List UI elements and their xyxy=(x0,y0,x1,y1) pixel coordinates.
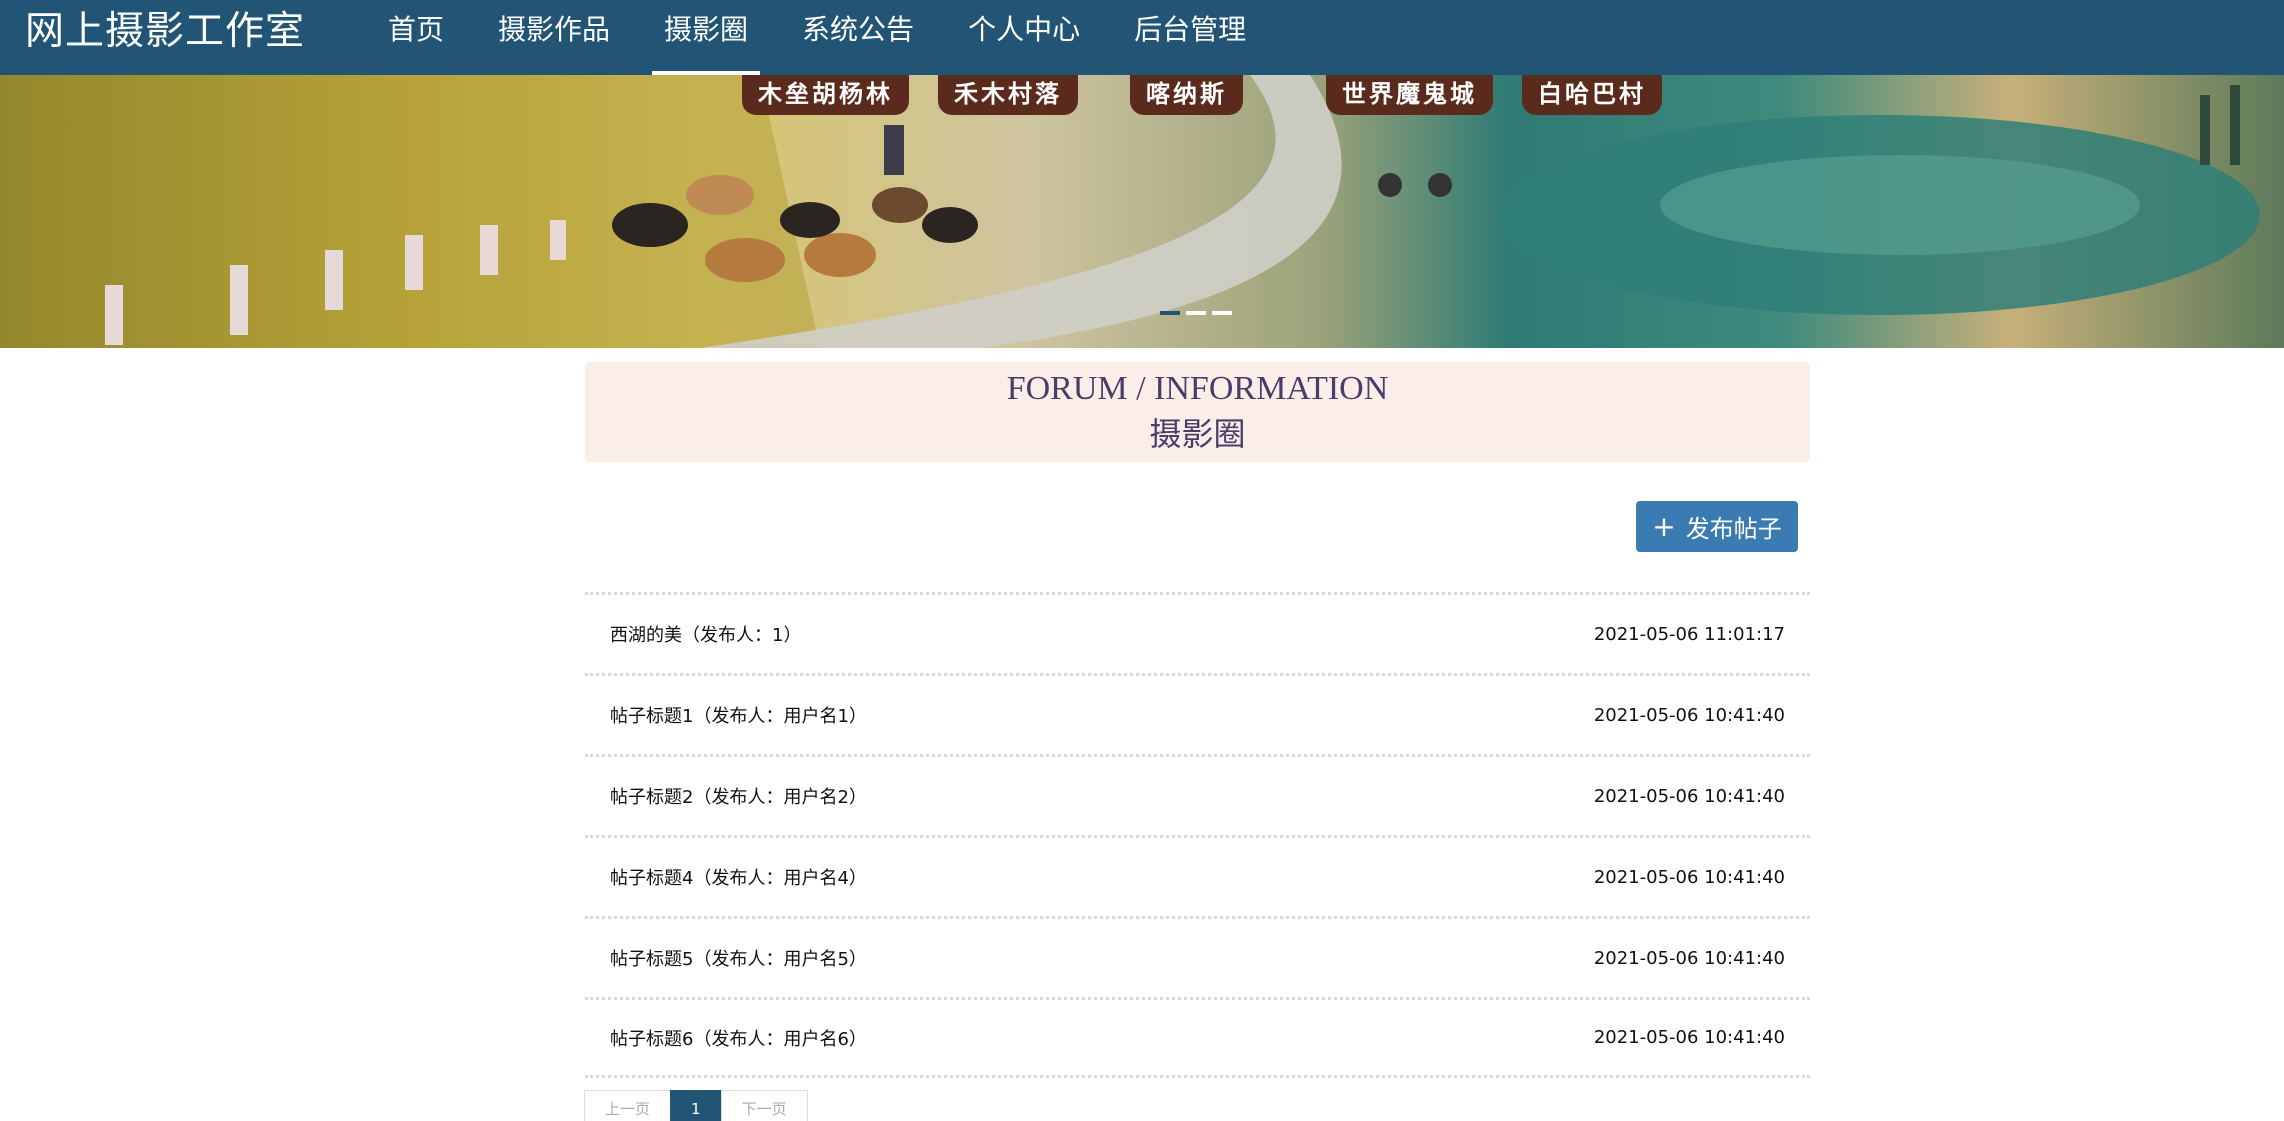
banner-carousel[interactable]: 木垒胡杨林 禾木村落 喀纳斯 世界魔鬼城 白哈巴村 xyxy=(0,75,2284,348)
post-row[interactable]: 帖子标题2（发布人：用户名2） 2021-05-06 10:41:40 xyxy=(585,754,1810,835)
post-time: 2021-05-06 10:41:40 xyxy=(1593,785,1785,807)
post-row[interactable]: 帖子标题4（发布人：用户名4） 2021-05-06 10:41:40 xyxy=(585,835,1810,916)
nav-item-works[interactable]: 摄影作品 xyxy=(476,0,632,75)
next-page-button[interactable]: 下一页 xyxy=(720,1090,808,1121)
post-title[interactable]: 西湖的美（发布人：1） xyxy=(610,621,801,647)
prev-page-button[interactable]: 上一页 xyxy=(584,1090,672,1121)
banner-landscape-image xyxy=(0,75,2260,348)
page-number-button[interactable]: 1 xyxy=(670,1090,722,1121)
post-list: 西湖的美（发布人：1） 2021-05-06 11:01:17 帖子标题1（发布… xyxy=(585,592,1810,1078)
site-brand[interactable]: 网上摄影工作室 xyxy=(25,6,305,58)
post-row[interactable]: 帖子标题5（发布人：用户名5） 2021-05-06 10:41:40 xyxy=(585,916,1810,997)
post-time: 2021-05-06 10:41:40 xyxy=(1593,947,1785,969)
post-time: 2021-05-06 10:41:40 xyxy=(1593,866,1785,888)
nav-item-profile[interactable]: 个人中心 xyxy=(946,0,1102,75)
banner-tab-ghost-city[interactable]: 世界魔鬼城 xyxy=(1326,75,1493,115)
post-title[interactable]: 帖子标题6（发布人：用户名6） xyxy=(610,1025,867,1051)
post-time: 2021-05-06 10:41:40 xyxy=(1593,1027,1785,1048)
section-title-block: FORUM / INFORMATION 摄影圈 xyxy=(585,362,1810,462)
nav-item-announcements[interactable]: 系统公告 xyxy=(780,0,936,75)
post-title[interactable]: 帖子标题5（发布人：用户名5） xyxy=(610,945,867,971)
publish-post-button[interactable]: + 发布帖子 xyxy=(1636,501,1798,552)
post-row[interactable]: 帖子标题1（发布人：用户名1） 2021-05-06 10:41:40 xyxy=(585,673,1810,754)
nav-item-forum[interactable]: 摄影圈 xyxy=(642,0,770,75)
nav-item-home[interactable]: 首页 xyxy=(366,0,466,75)
carousel-dot[interactable] xyxy=(1212,311,1232,315)
nav-item-admin[interactable]: 后台管理 xyxy=(1112,0,1268,75)
pagination: 上一页 1 下一页 xyxy=(584,1090,808,1121)
post-title[interactable]: 帖子标题2（发布人：用户名2） xyxy=(610,783,867,809)
post-time: 2021-05-06 10:41:40 xyxy=(1593,704,1785,726)
plus-icon: + xyxy=(1652,509,1676,543)
section-title-cn: 摄影圈 xyxy=(1149,415,1246,453)
post-row[interactable]: 帖子标题6（发布人：用户名6） 2021-05-06 10:41:40 xyxy=(585,997,1810,1078)
banner-tab-kanas[interactable]: 喀纳斯 xyxy=(1130,75,1243,115)
carousel-dot[interactable] xyxy=(1160,311,1180,315)
publish-post-label: 发布帖子 xyxy=(1685,515,1782,543)
post-row[interactable]: 西湖的美（发布人：1） 2021-05-06 11:01:17 xyxy=(585,592,1810,673)
post-title[interactable]: 帖子标题1（发布人：用户名1） xyxy=(610,702,867,728)
post-title[interactable]: 帖子标题4（发布人：用户名4） xyxy=(610,864,867,890)
post-time: 2021-05-06 11:01:17 xyxy=(1593,623,1785,645)
carousel-dot[interactable] xyxy=(1186,311,1206,315)
carousel-indicators xyxy=(1160,311,1232,315)
banner-tab-populus[interactable]: 木垒胡杨林 xyxy=(742,75,909,115)
main-nav: 首页 摄影作品 摄影圈 系统公告 个人中心 后台管理 xyxy=(366,0,1278,75)
top-navbar: 网上摄影工作室 首页 摄影作品 摄影圈 系统公告 个人中心 后台管理 xyxy=(0,0,2284,75)
banner-tab-baihaba[interactable]: 白哈巴村 xyxy=(1522,75,1662,115)
section-title-en: FORUM / INFORMATION xyxy=(1006,370,1389,407)
banner-tab-hemu[interactable]: 禾木村落 xyxy=(938,75,1078,115)
